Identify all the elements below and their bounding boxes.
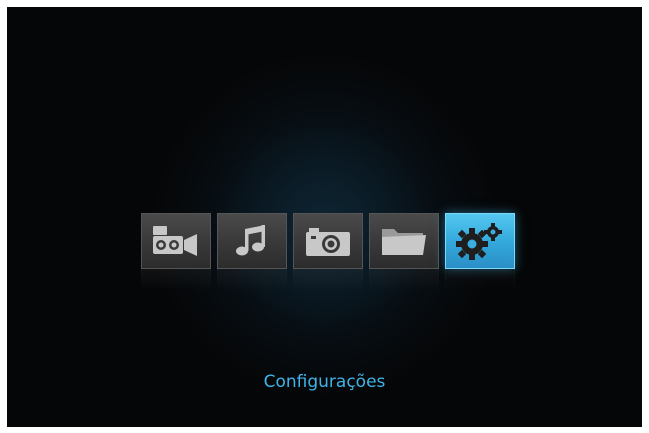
- reflection-tile-video: [141, 269, 211, 291]
- reflection-tile-photo: [293, 269, 363, 291]
- menu-item-photo[interactable]: [293, 213, 363, 269]
- media-player-screen: Configurações: [7, 7, 642, 427]
- main-menu-bar: [141, 213, 515, 269]
- music-note-icon: [232, 223, 272, 259]
- photo-camera-icon: [303, 224, 353, 258]
- reflection-tile-settings: [445, 269, 515, 291]
- video-camera-icon: [151, 224, 201, 258]
- menu-item-file[interactable]: [369, 213, 439, 269]
- menu-item-settings[interactable]: [445, 213, 515, 269]
- folder-icon: [379, 223, 429, 259]
- reflection-tile-music: [217, 269, 287, 291]
- selected-item-label: Configurações: [263, 372, 386, 392]
- menu-reflection: [141, 269, 515, 291]
- menu-item-video[interactable]: [141, 213, 211, 269]
- menu-item-music[interactable]: [217, 213, 287, 269]
- reflection-tile-file: [369, 269, 439, 291]
- gears-icon: [454, 221, 506, 261]
